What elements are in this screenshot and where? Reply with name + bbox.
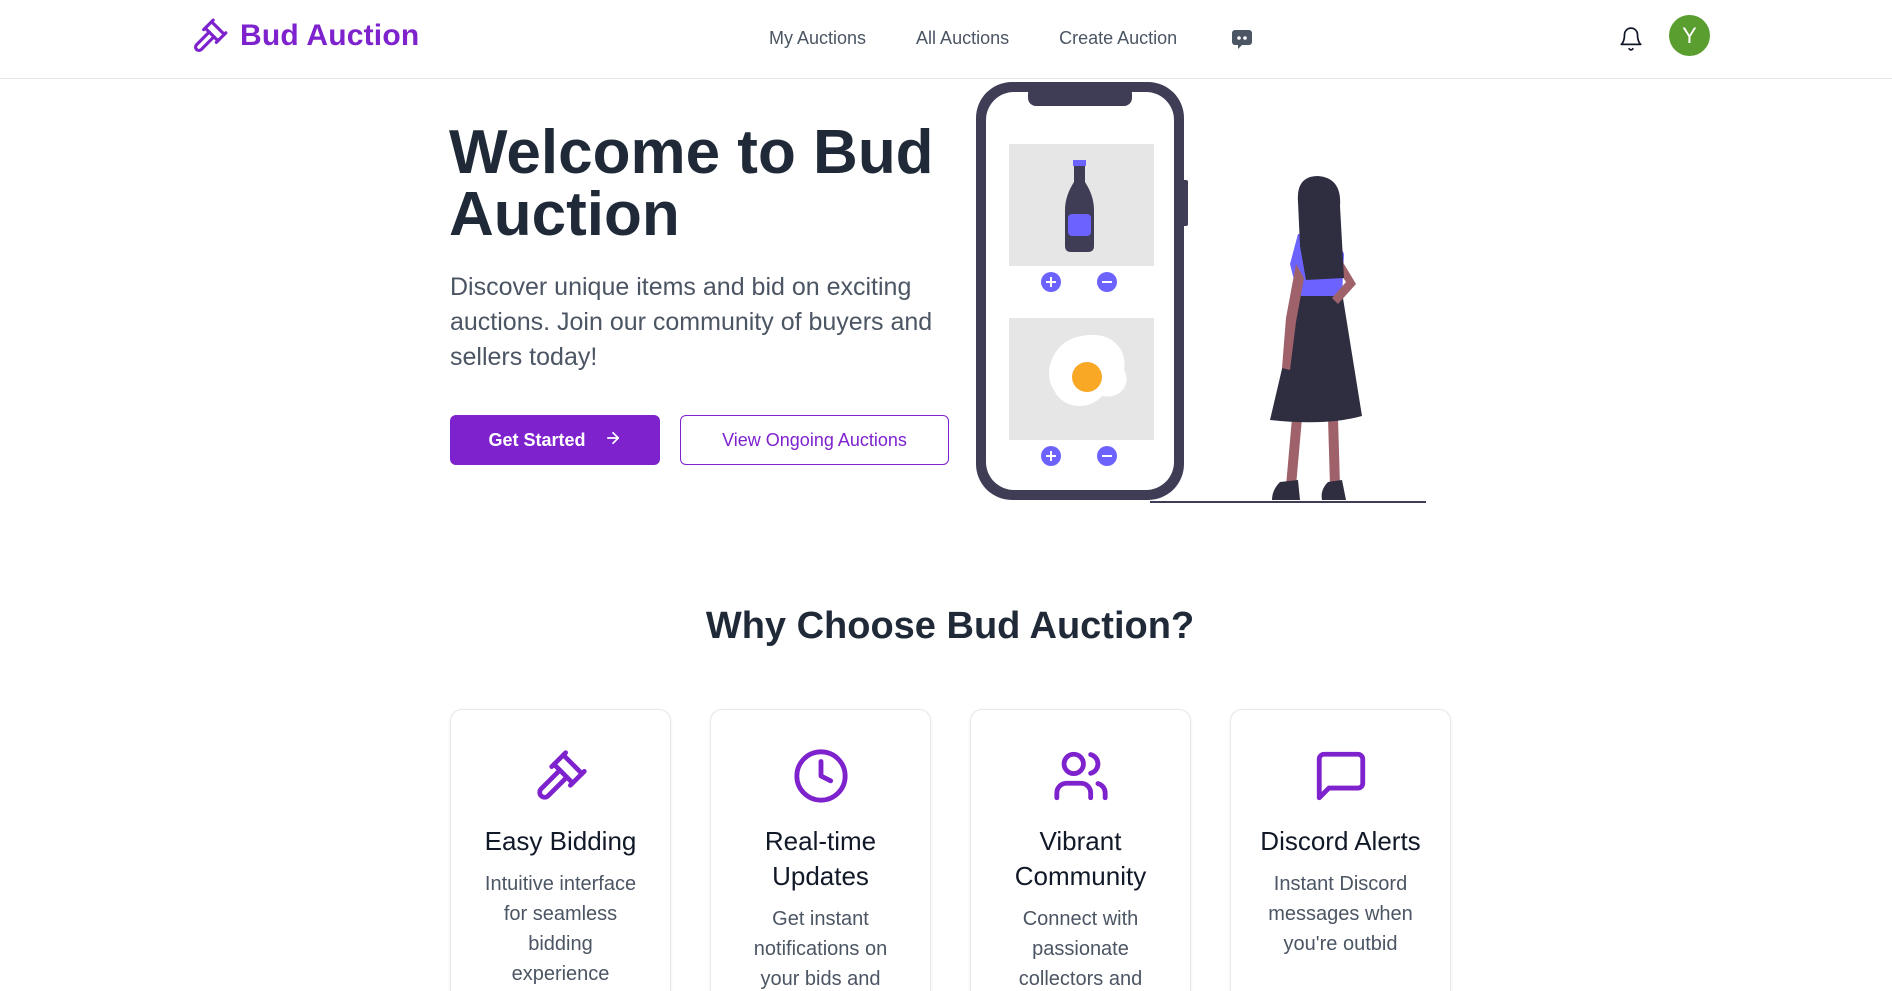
brand-logo[interactable]: Bud Auction bbox=[190, 16, 419, 56]
feature-desc: Instant Discord messages when you're out… bbox=[1268, 873, 1413, 955]
get-started-label: Get Started bbox=[488, 429, 586, 450]
gavel-icon bbox=[529, 744, 593, 808]
discord-icon[interactable] bbox=[1229, 26, 1255, 52]
feature-title: Real-time Updates bbox=[764, 826, 877, 891]
hero-subtitle: Discover unique items and bid on excitin… bbox=[450, 273, 933, 371]
message-icon bbox=[1309, 744, 1373, 808]
features-title: Why Choose Bud Auction? bbox=[705, 605, 1195, 647]
feature-title: Discord Alerts bbox=[1260, 826, 1421, 856]
feature-title: Easy Bidding bbox=[484, 826, 637, 856]
feature-card-easy-bidding: Easy Bidding Intuitive interface for sea… bbox=[450, 709, 671, 991]
feature-card-discord-alerts: Discord Alerts Instant Discord messages … bbox=[1230, 709, 1451, 991]
feature-title: Vibrant Community bbox=[1014, 826, 1147, 891]
feature-desc: Intuitive interface for seamless bidding… bbox=[484, 873, 637, 985]
view-ongoing-auctions-button[interactable]: View Ongoing Auctions bbox=[680, 415, 949, 465]
feature-card-vibrant-community: Vibrant Community Connect with passionat… bbox=[970, 709, 1191, 991]
navbar: Bud Auction My Auctions All Auctions Cre… bbox=[0, 0, 1892, 79]
avatar[interactable]: Y bbox=[1669, 15, 1710, 56]
feature-desc: Connect with passionate collectors and bbox=[1018, 908, 1143, 990]
get-started-button[interactable]: Get Started bbox=[450, 415, 660, 465]
hero-title: Welcome to Bud Auction bbox=[449, 118, 934, 249]
nav-my-auctions[interactable]: My Auctions bbox=[769, 28, 866, 49]
clock-icon bbox=[789, 744, 853, 808]
main-nav: My Auctions All Auctions Create Auction bbox=[769, 28, 1227, 49]
gavel-icon bbox=[190, 16, 230, 56]
feature-desc: Get instant notifications on your bids a… bbox=[753, 908, 888, 990]
arrow-right-icon bbox=[604, 429, 622, 452]
bell-icon[interactable] bbox=[1616, 24, 1646, 54]
nav-all-auctions[interactable]: All Auctions bbox=[916, 28, 1009, 49]
nav-create-auction[interactable]: Create Auction bbox=[1059, 28, 1177, 49]
hero-illustration bbox=[970, 78, 1430, 508]
feature-card-real-time-updates: Real-time Updates Get instant notificati… bbox=[710, 709, 931, 991]
users-icon bbox=[1049, 744, 1113, 808]
brand-name: Bud Auction bbox=[240, 19, 420, 52]
